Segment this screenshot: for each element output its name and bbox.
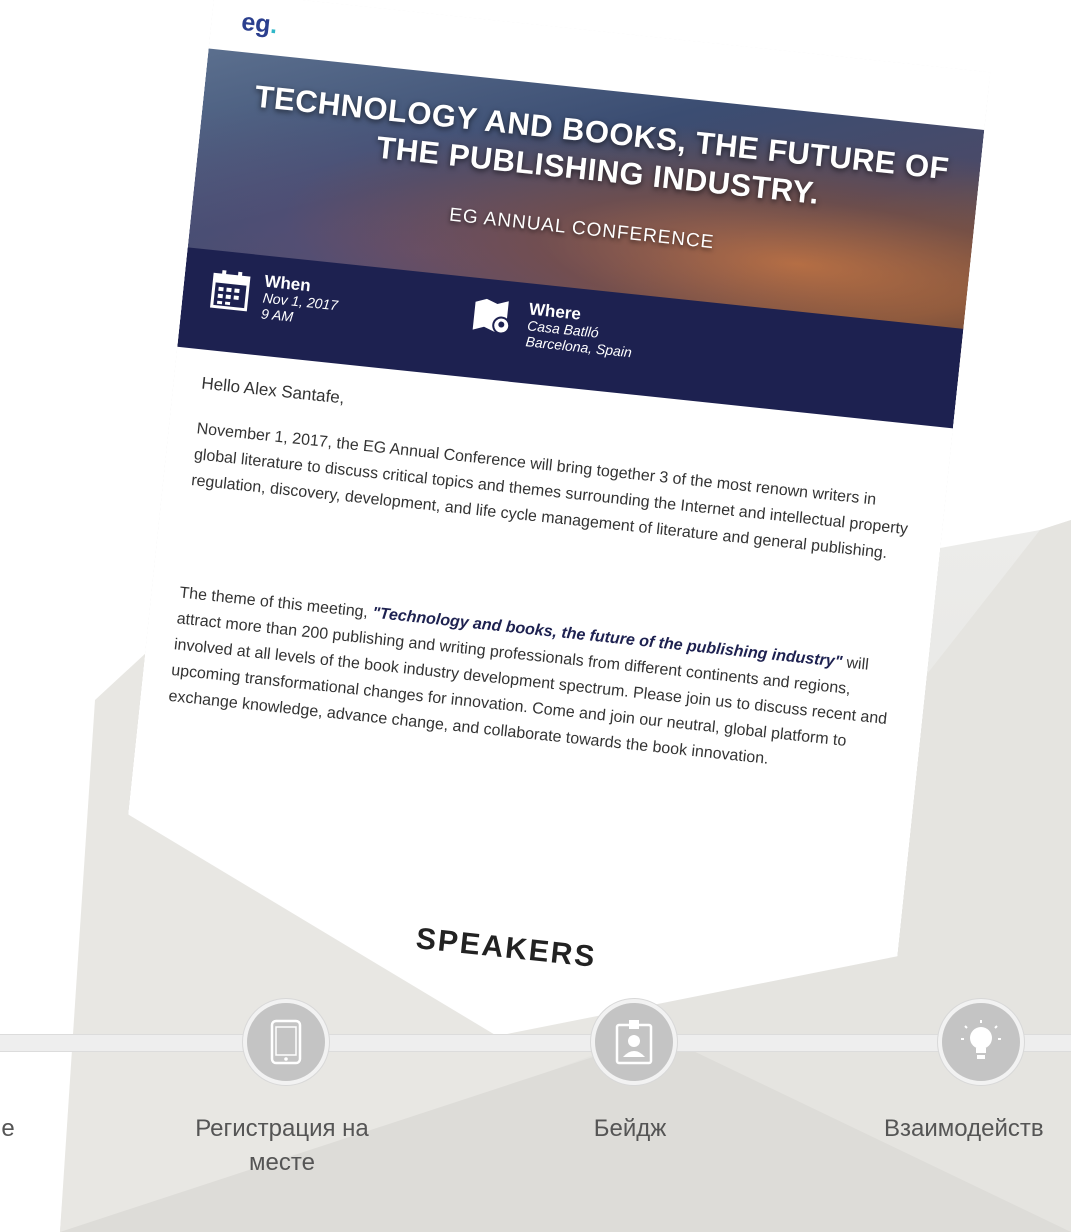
logo-text: eg <box>240 7 273 39</box>
step-badge-circle[interactable] <box>591 999 677 1085</box>
step-label-badge: Бейдж <box>593 1115 667 1142</box>
calendar-icon <box>209 268 251 312</box>
brand-logo: eg. <box>240 8 279 41</box>
step-interaction-circle[interactable] <box>938 999 1024 1085</box>
body-paragraph-1: November 1, 2017, the EG Annual Conferen… <box>190 420 909 563</box>
logo-dot: . <box>269 10 279 40</box>
when-time: 9 AM <box>260 305 295 325</box>
email-card: eg. TECHNOLOGY AND BOOKS, THE FUTURE OF … <box>109 0 990 1077</box>
step-onsite-registration-circle[interactable] <box>243 999 329 1085</box>
step-label-onsite-registration: Регистрация на месте <box>195 1115 369 1176</box>
email-preview: eg. TECHNOLOGY AND BOOKS, THE FUTURE OF … <box>105 0 1070 1120</box>
badge-icon <box>615 1020 653 1065</box>
map-pin-icon <box>470 296 516 340</box>
smartphone-icon <box>270 1019 302 1065</box>
step-label-interaction: Взаимодейств <box>884 1115 1044 1142</box>
step-label-0: е <box>1 1115 15 1142</box>
lightbulb-icon <box>961 1020 1001 1059</box>
greeting: Hello Alex Santafe, <box>200 373 346 408</box>
when-block: When Nov 1, 2017 9 AM <box>209 268 341 329</box>
timeline-track <box>0 1034 1071 1052</box>
body-paragraph-2: The theme of this meeting, "Technology a… <box>167 580 897 785</box>
speakers-heading: SPEAKERS <box>414 922 598 974</box>
where-block: Where Casa Batlló Barcelona, Spain <box>469 296 636 361</box>
